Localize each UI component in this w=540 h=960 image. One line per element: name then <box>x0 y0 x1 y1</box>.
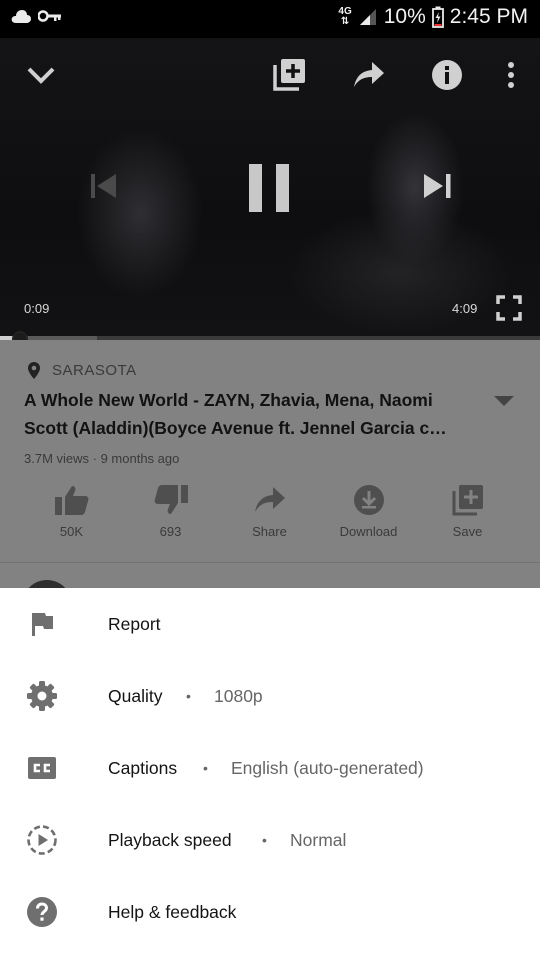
dislike-icon <box>154 485 188 514</box>
menu-item-label: Help & feedback <box>108 901 237 922</box>
current-time: 0:09 <box>24 301 50 316</box>
playback-speed-icon <box>27 825 57 855</box>
info-icon <box>432 60 462 90</box>
share-button[interactable] <box>352 60 386 90</box>
expand-description-button[interactable] <box>494 394 514 412</box>
menu-item-playback-speed[interactable]: Playback speed • Normal <box>0 804 540 876</box>
dislike-button[interactable]: 693 <box>121 484 220 539</box>
dislike-count: 693 <box>159 524 182 539</box>
separator-dot: • <box>262 832 267 848</box>
video-meta: 3.7M views · 9 months ago <box>24 451 180 466</box>
share-action-button[interactable]: Share <box>220 484 319 539</box>
signal-icon <box>359 9 376 25</box>
video-title: A Whole New World - ZAYN, Zhavia, Mena, … <box>24 390 447 438</box>
add-to-playlist-button[interactable] <box>272 56 308 92</box>
share-icon <box>254 487 285 512</box>
sheet-icon-playback-speed <box>26 824 58 856</box>
gear-icon <box>27 681 57 711</box>
menu-item-label: Playback speed <box>108 829 232 850</box>
battery-percent: 10% <box>383 5 426 28</box>
menu-item-label: Report <box>108 613 161 634</box>
video-player[interactable]: 0:09 4:09 <box>0 38 540 340</box>
battery-icon <box>431 6 444 28</box>
sheet-icon-quality <box>26 680 58 712</box>
duration: 4:09 <box>452 301 478 316</box>
share-icon <box>354 62 384 87</box>
menu-item-quality[interactable]: Quality • 1080p <box>0 660 540 732</box>
save-icon <box>452 485 483 516</box>
more-options-button[interactable] <box>500 60 522 90</box>
menu-item-label: Quality <box>108 685 163 706</box>
separator-dot: • <box>186 688 191 704</box>
status-left-icons <box>10 8 62 24</box>
options-bottom-sheet: Report Quality • 1080p Captions • Englis… <box>0 588 540 960</box>
save-label: Save <box>452 524 483 539</box>
divider <box>0 562 540 563</box>
location-tag[interactable]: SARASOTA <box>28 362 137 379</box>
info-button[interactable] <box>430 58 464 92</box>
cloud-icon <box>11 10 31 23</box>
menu-item-report[interactable]: Report <box>0 588 540 660</box>
location-label: SARASOTA <box>52 362 137 379</box>
sheet-icon-report <box>26 608 58 640</box>
status-right-icons: 4G ⇅ 10% 2:45 PM <box>338 5 528 29</box>
closed-captions-icon <box>28 757 56 779</box>
like-count: 50K <box>59 524 84 539</box>
download-label: Download <box>339 524 398 539</box>
like-icon <box>54 486 88 515</box>
clock: 2:45 PM <box>449 5 528 28</box>
fullscreen-button[interactable] <box>496 295 522 321</box>
download-button[interactable]: Download <box>319 484 418 539</box>
flag-icon <box>32 613 53 636</box>
playback-speed-value: Normal <box>290 829 347 850</box>
collapse-button[interactable] <box>24 60 58 90</box>
quality-value: 1080p <box>214 685 263 706</box>
location-pin-icon <box>28 362 40 379</box>
menu-item-help-feedback[interactable]: Help & feedback <box>0 876 540 948</box>
pause-icon <box>249 164 289 212</box>
collapse-icon <box>27 67 55 84</box>
next-icon <box>424 174 451 198</box>
share-label: Share <box>252 524 287 539</box>
action-bar: 50K 693 Share Download Save <box>22 484 518 539</box>
pause-button[interactable] <box>246 162 292 214</box>
key-icon <box>38 10 61 22</box>
next-button[interactable] <box>420 170 454 202</box>
menu-item-label: Captions <box>108 757 178 778</box>
like-button[interactable]: 50K <box>22 484 121 539</box>
download-icon <box>353 485 384 515</box>
fullscreen-icon <box>496 295 522 321</box>
previous-icon <box>91 174 116 198</box>
video-info: SARASOTA A Whole New World - ZAYN, Zhavi… <box>0 340 540 630</box>
network-type: 4G ⇅ <box>338 7 351 27</box>
captions-value: English (auto-generated) <box>231 757 424 778</box>
separator-dot: • <box>203 760 208 776</box>
sheet-icon-captions <box>26 752 58 784</box>
save-button[interactable]: Save <box>418 484 517 539</box>
help-icon <box>27 897 57 927</box>
status-bar: 4G ⇅ 10% 2:45 PM <box>0 0 540 38</box>
menu-item-captions[interactable]: Captions • English (auto-generated) <box>0 732 540 804</box>
previous-button[interactable] <box>88 170 120 202</box>
add-to-playlist-icon <box>273 59 305 91</box>
network-type-arrows: ⇅ <box>340 16 350 27</box>
chevron-down-icon <box>494 396 514 406</box>
sheet-icon-help <box>26 896 58 928</box>
more-icon <box>508 62 514 88</box>
